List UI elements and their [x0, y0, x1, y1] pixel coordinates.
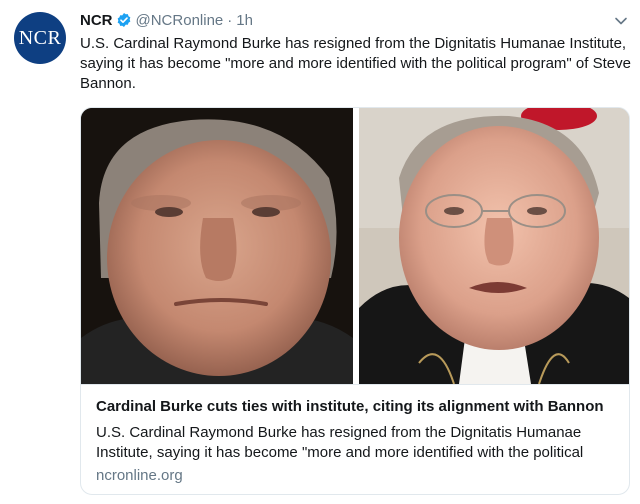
verified-badge-icon	[116, 12, 132, 28]
tweet-text: U.S. Cardinal Raymond Burke has resigned…	[80, 35, 631, 92]
display-name[interactable]: NCR	[80, 12, 113, 29]
tweet-header: NCR @NCRonline · 1h	[80, 10, 253, 30]
card-images	[81, 108, 629, 384]
timestamp[interactable]: 1h	[236, 12, 253, 29]
card-description: U.S. Cardinal Raymond Burke has resigned…	[96, 424, 584, 461]
card-photo-right	[359, 108, 629, 384]
separator-dot: ·	[227, 11, 233, 29]
user-handle[interactable]: @NCRonline	[136, 12, 224, 29]
avatar-logo-text: NCR	[18, 26, 62, 49]
chevron-down-icon[interactable]	[614, 14, 628, 28]
card-body: Cardinal Burke cuts ties with institute,…	[81, 384, 629, 494]
card-photo-left	[81, 108, 353, 384]
card-title[interactable]: Cardinal Burke cuts ties with institute,…	[96, 397, 621, 417]
tweet: NCR NCR @NCRonline · 1h U.S. Cardinal Ra…	[0, 0, 640, 504]
avatar[interactable]: NCR	[14, 12, 66, 64]
link-card[interactable]: Cardinal Burke cuts ties with institute,…	[80, 107, 630, 495]
card-domain[interactable]: ncronline.org	[96, 466, 183, 486]
